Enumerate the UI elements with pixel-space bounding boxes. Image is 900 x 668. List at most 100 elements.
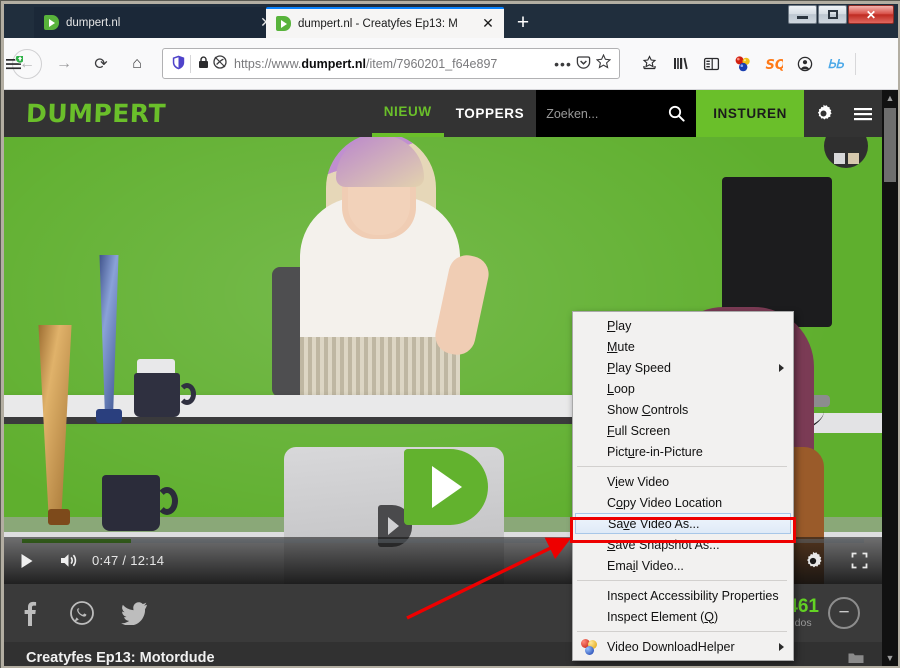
browser-window: dumpert.nl ✕ dumpert.nl - Creatyfes Ep13… [0, 0, 900, 668]
close-button[interactable]: ✕ [848, 5, 894, 24]
bookmark-star-icon[interactable] [593, 53, 613, 73]
library-icon[interactable] [665, 48, 696, 79]
video-scene-mug-front-handle [156, 487, 178, 515]
page-title: Creatyfes Ep13: Motordude [26, 650, 215, 666]
menu-item-save-snapshot-as[interactable]: Save Snapshot As... [573, 534, 793, 555]
close-icon[interactable]: ✕ [480, 15, 496, 32]
video-scene-trophy-blue-base [96, 409, 122, 423]
menu-item-picture-in-picture[interactable]: Picture-in-Picture [573, 441, 793, 462]
url-text[interactable]: https://www.dumpert.nl/item/7960201_f64e… [234, 57, 553, 71]
menu-label: Play Speed [607, 360, 671, 375]
svg-text:ᏏᏏ: ᏏᏏ [828, 57, 845, 71]
lock-icon[interactable] [196, 55, 211, 72]
big-play-button[interactable] [404, 449, 488, 525]
stylus-icon[interactable]: SQ [758, 48, 789, 79]
page-actions-icon[interactable]: ••• [553, 56, 573, 72]
menu-item-show-controls[interactable]: Show Controls [573, 399, 793, 420]
tab-strip: dumpert.nl ✕ dumpert.nl - Creatyfes Ep13… [4, 4, 898, 38]
page-scrollbar[interactable]: ▲ ▼ [882, 90, 898, 666]
menu-item-inspect-accessibility-properties[interactable]: Inspect Accessibility Properties [573, 585, 793, 606]
video-scene-trophy-gold-base [48, 509, 70, 525]
tab-title: dumpert.nl [66, 16, 121, 29]
menu-label: Show Controls [607, 402, 689, 417]
menu-item-email-video[interactable]: Email Video... [573, 555, 793, 576]
home-button[interactable]: ⌂ [122, 49, 152, 79]
video-scene-mug-top [134, 373, 180, 417]
menu-item-save-video-as[interactable]: Save Video As... [575, 513, 791, 534]
menu-item-video-downloadhelper[interactable]: Video DownloadHelper [573, 636, 793, 657]
video-downloadhelper-icon[interactable] [727, 48, 758, 79]
dumpert-logo[interactable]: DUMPERT [25, 99, 166, 128]
dumpert-play-icon [44, 15, 59, 30]
menu-label: Play [607, 318, 632, 333]
reload-button[interactable]: ⟳ [86, 49, 116, 79]
menu-separator [577, 631, 787, 632]
menu-label: Full Screen [607, 423, 671, 438]
volume-button[interactable] [50, 537, 88, 584]
search-input[interactable]: Zoeken... [536, 90, 657, 137]
menu-item-loop[interactable]: Loop [573, 378, 793, 399]
menu-item-play[interactable]: Play [573, 315, 793, 336]
search-icon[interactable] [656, 90, 697, 137]
sidebar-icon[interactable] [696, 48, 727, 79]
search-placeholder: Zoeken... [546, 106, 599, 121]
submit-button[interactable]: INSTUREN [696, 90, 804, 137]
menu-label: Video DownloadHelper [607, 639, 735, 654]
menu-label: View Video [607, 474, 670, 489]
scroll-down-icon[interactable]: ▼ [882, 650, 898, 666]
menu-item-play-speed[interactable]: Play Speed [573, 357, 793, 378]
scrollbar-thumb[interactable] [884, 108, 896, 182]
minimize-button[interactable] [788, 5, 817, 24]
fullscreen-button[interactable] [836, 537, 882, 584]
video-scene-person-skirt [300, 337, 460, 399]
player-settings-button[interactable] [790, 537, 836, 584]
gear-icon[interactable] [804, 90, 843, 137]
menu-label: Inspect Accessibility Properties [607, 588, 779, 603]
menu-label: Inspect Element (Q) [607, 609, 719, 624]
play-button[interactable] [4, 537, 50, 584]
minimize-icon [797, 15, 808, 19]
url-path: /item/7960201_f64e897 [365, 56, 498, 71]
nav-item-nieuw[interactable]: NIEUW [371, 90, 444, 137]
menu-item-inspect-element[interactable]: Inspect Element (Q) [573, 606, 793, 627]
menu-item-view-video[interactable]: View Video [573, 471, 793, 492]
shield-icon[interactable] [169, 55, 187, 73]
forward-button[interactable]: → [49, 49, 79, 79]
scroll-up-icon[interactable]: ▲ [882, 90, 898, 106]
url-domain: dumpert.nl [301, 56, 366, 71]
badge-square-right [847, 153, 859, 164]
menu-item-mute[interactable]: Mute [573, 336, 793, 357]
address-bar[interactable]: https://www.dumpert.nl/item/7960201_f64e… [162, 48, 620, 79]
firefox-menu-button[interactable] [0, 48, 29, 79]
time-display: 0:47 / 12:14 [92, 553, 165, 568]
tab-dumpert-home[interactable]: dumpert.nl ✕ [34, 7, 282, 38]
menu-item-copy-video-location[interactable]: Copy Video Location [573, 492, 793, 513]
menu-separator [577, 580, 787, 581]
pocket-icon[interactable] [573, 55, 593, 73]
wappalyzer-icon[interactable]: ᏏᏏ [820, 48, 851, 79]
maximize-button[interactable] [818, 5, 847, 24]
account-icon[interactable] [789, 48, 820, 79]
menu-label: Picture-in-Picture [607, 444, 703, 459]
vdh-balls-icon [581, 639, 597, 655]
divider [190, 54, 191, 73]
tab-title: dumpert.nl - Creatyfes Ep13: M [298, 17, 458, 30]
twitter-icon[interactable] [108, 584, 160, 642]
kudos-minus-button[interactable]: − [828, 597, 860, 629]
video-context-menu: Play Mute Play Speed Loop Show Controls … [572, 311, 794, 661]
url-prefix: https://www. [234, 56, 302, 71]
whatsapp-icon[interactable] [56, 584, 108, 642]
menu-item-full-screen[interactable]: Full Screen [573, 420, 793, 441]
folder-icon[interactable] [848, 652, 864, 666]
tab-dumpert-video[interactable]: dumpert.nl - Creatyfes Ep13: M ✕ [266, 7, 504, 38]
reader-mode-icon[interactable] [211, 55, 229, 72]
screenshot-icon[interactable] [634, 48, 665, 79]
menu-label: Loop [607, 381, 635, 396]
svg-text:SQ: SQ [765, 58, 783, 72]
hamburger-icon[interactable] [843, 90, 882, 137]
facebook-icon[interactable] [4, 584, 56, 642]
menu-label: Save Video As... [608, 516, 700, 531]
nav-item-toppers[interactable]: TOPPERS [444, 90, 536, 137]
dumpert-play-icon [276, 16, 291, 31]
new-tab-button[interactable]: + [512, 12, 534, 34]
